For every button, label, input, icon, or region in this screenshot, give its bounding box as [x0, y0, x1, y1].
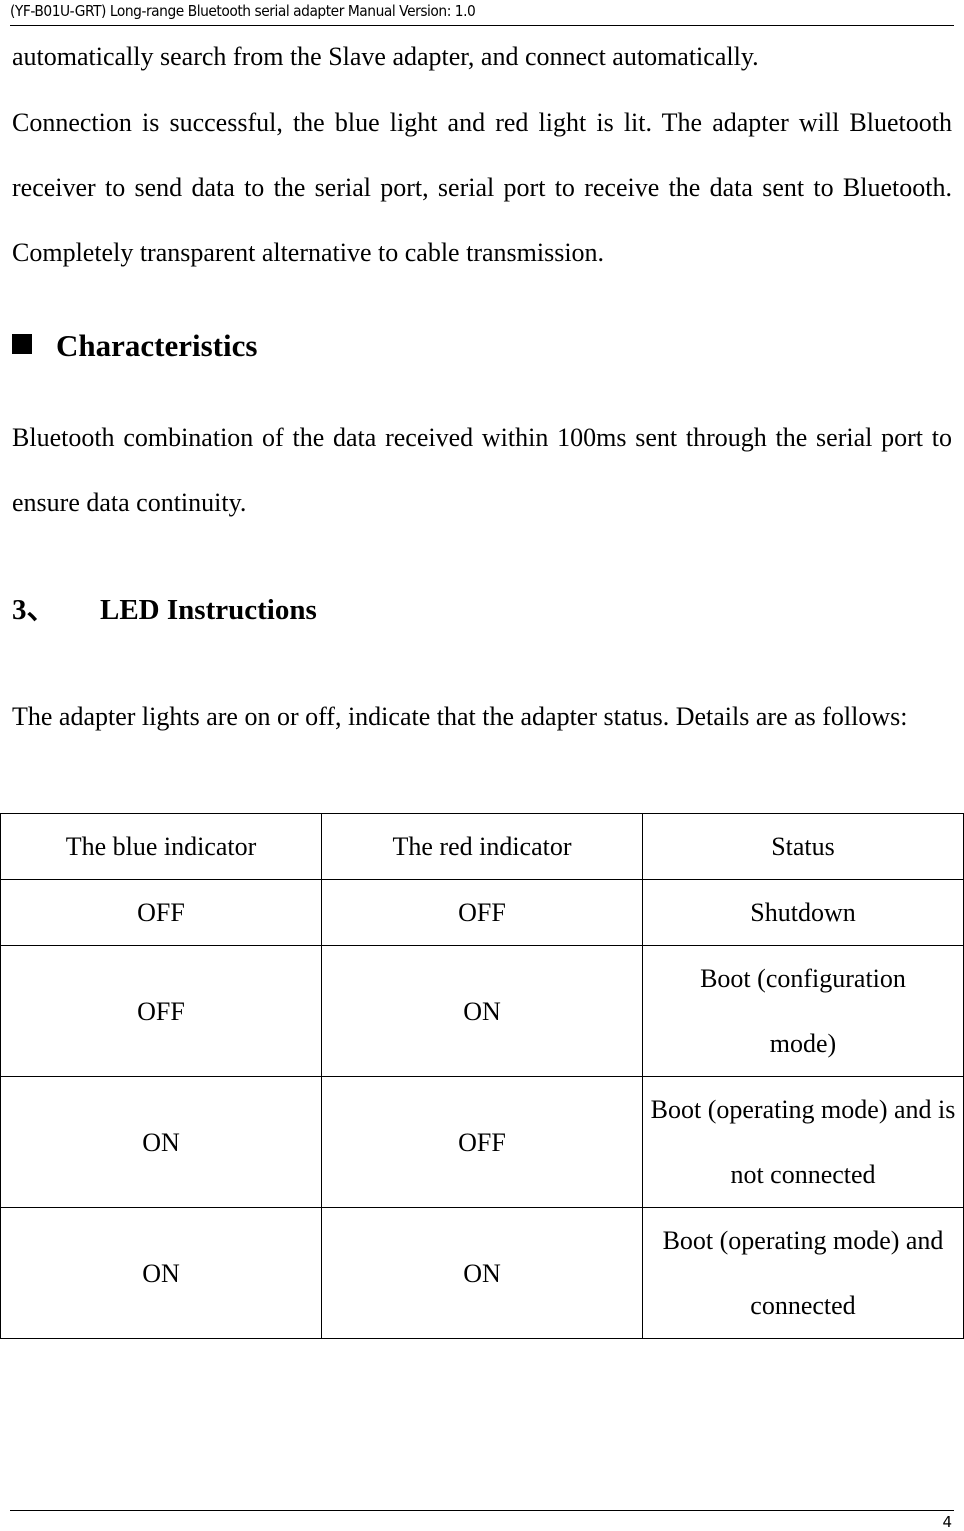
- status-cell: Boot (operating mode) and is not connect…: [642, 1076, 964, 1208]
- section-number: 3、: [12, 594, 56, 626]
- footer-divider: [10, 1510, 954, 1511]
- characteristics-paragraph: Bluetooth combination of the data receiv…: [12, 423, 952, 517]
- document-header: (YF-B01U-GRT) Long-range Bluetooth seria…: [10, 2, 476, 20]
- status-cell: Boot (operating mode) and connected: [642, 1207, 964, 1339]
- column-header: The blue indicator: [0, 813, 322, 880]
- table-row: OFF OFF Shutdown: [0, 879, 964, 946]
- blue-indicator-cell: OFF: [0, 879, 322, 946]
- column-header: The red indicator: [321, 813, 643, 880]
- red-indicator-cell: OFF: [321, 1076, 643, 1208]
- red-indicator-cell: ON: [321, 1207, 643, 1339]
- intro-line: automatically search from the Slave adap…: [12, 42, 759, 71]
- table-row: OFF ON Boot (configuration mode): [0, 945, 964, 1077]
- connection-paragraph: Connection is successful, the blue light…: [12, 108, 952, 267]
- red-indicator-cell: OFF: [321, 879, 643, 946]
- status-cell: Shutdown: [642, 879, 964, 946]
- led-instructions-title: LED Instructions: [100, 594, 317, 626]
- page-number: 4: [942, 1513, 952, 1531]
- blue-indicator-cell: OFF: [0, 945, 322, 1077]
- column-header: Status: [642, 813, 964, 880]
- status-cell: Boot (configuration mode): [642, 945, 964, 1077]
- characteristics-title: Characteristics: [56, 328, 258, 363]
- table-row: ON OFF Boot (operating mode) and is not …: [0, 1076, 964, 1208]
- blue-indicator-cell: ON: [0, 1076, 322, 1208]
- square-bullet-icon: [12, 334, 32, 354]
- characteristics-heading: Characteristics: [12, 322, 257, 370]
- blue-indicator-cell: ON: [0, 1207, 322, 1339]
- table-row: ON ON Boot (operating mode) and connecte…: [0, 1207, 964, 1339]
- led-instructions-heading: 3、 LED Instructions: [12, 586, 317, 634]
- led-intro-paragraph: The adapter lights are on or off, indica…: [12, 702, 908, 731]
- red-indicator-cell: ON: [321, 945, 643, 1077]
- table-header-row: The blue indicator The red indicator Sta…: [0, 813, 964, 880]
- led-status-table: The blue indicator The red indicator Sta…: [0, 813, 964, 1339]
